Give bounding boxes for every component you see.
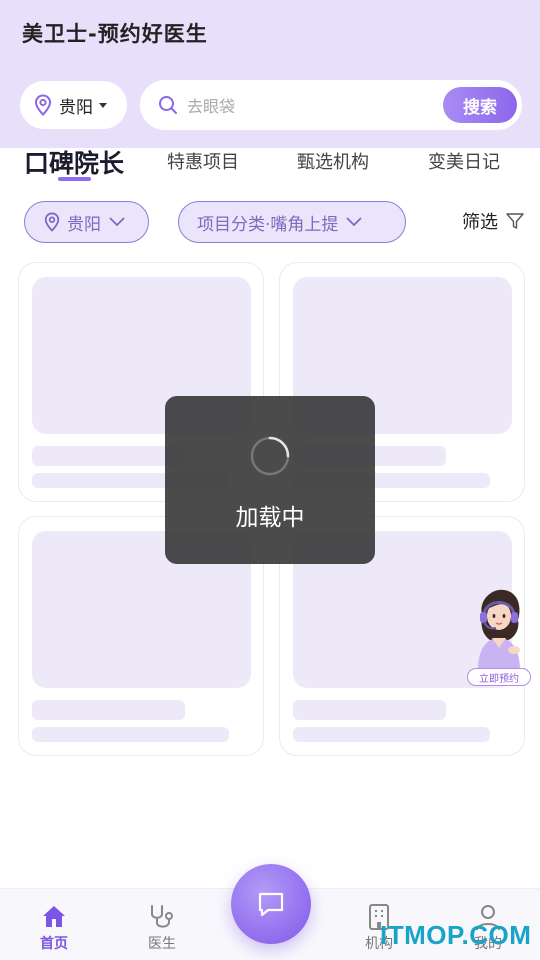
spinner-icon [250, 436, 290, 476]
active-tab-indicator [58, 177, 91, 181]
book-now-button[interactable]: 立即预约 [467, 668, 531, 686]
tab-tehui[interactable]: 特惠项目 [167, 148, 239, 174]
filter-button[interactable]: 筛选 [462, 208, 524, 234]
caret-down-icon [99, 102, 107, 108]
search-input[interactable]: 去眼袋 [187, 93, 235, 117]
city-selector[interactable]: 贵阳 [20, 81, 127, 129]
watermark: ITMOP.COM [380, 920, 532, 950]
chat-icon [258, 892, 284, 917]
tabbar-label: 首页 [40, 936, 68, 952]
filter-label: 筛选 [462, 212, 498, 233]
assistant-avatar-icon [478, 589, 520, 670]
consult-fab-button[interactable] [231, 864, 311, 944]
location-pin-icon [44, 212, 60, 232]
category-tabs: 口碑院长 特惠项目 甄选机构 变美日记 [0, 144, 540, 184]
header: 美卫士-预约好医生 贵阳 去眼袋 搜索 [0, 0, 540, 148]
tabbar-label: 医生 [148, 936, 176, 952]
tab-koubei[interactable]: 口碑院长 [24, 144, 124, 180]
search-button[interactable]: 搜索 [443, 87, 517, 123]
city-label: 贵阳 [59, 97, 93, 118]
funnel-icon [506, 213, 524, 229]
text-placeholder [32, 727, 229, 742]
category-filter-chip[interactable]: 项目分类·嘴角上提 [178, 201, 406, 243]
search-icon [159, 96, 177, 114]
text-placeholder [293, 727, 490, 742]
tabbar-item-home[interactable]: 首页 [14, 889, 94, 960]
loading-overlay: 加载中 [165, 396, 375, 564]
loading-text: 加载中 [235, 505, 305, 531]
category-filter-label: 项目分类·嘴角上提 [197, 214, 339, 235]
city-filter-label: 贵阳 [67, 214, 101, 235]
tab-zhenxuan[interactable]: 甄选机构 [297, 148, 369, 174]
home-icon [43, 906, 65, 927]
booking-assistant[interactable]: 立即预约 [464, 586, 534, 688]
tabbar-item-doctor[interactable]: 医生 [122, 889, 202, 960]
text-placeholder [293, 700, 446, 720]
app-title: 美卫士-预约好医生 [22, 22, 208, 46]
text-placeholder [32, 700, 185, 720]
text-placeholder [32, 446, 185, 466]
city-filter-chip[interactable]: 贵阳 [24, 201, 149, 243]
chevron-down-icon [346, 217, 363, 227]
stethoscope-icon [151, 905, 173, 928]
search-box[interactable]: 去眼袋 搜索 [140, 80, 522, 130]
chevron-down-icon [109, 217, 125, 227]
tab-riji[interactable]: 变美日记 [428, 148, 500, 174]
location-pin-icon [34, 94, 52, 116]
